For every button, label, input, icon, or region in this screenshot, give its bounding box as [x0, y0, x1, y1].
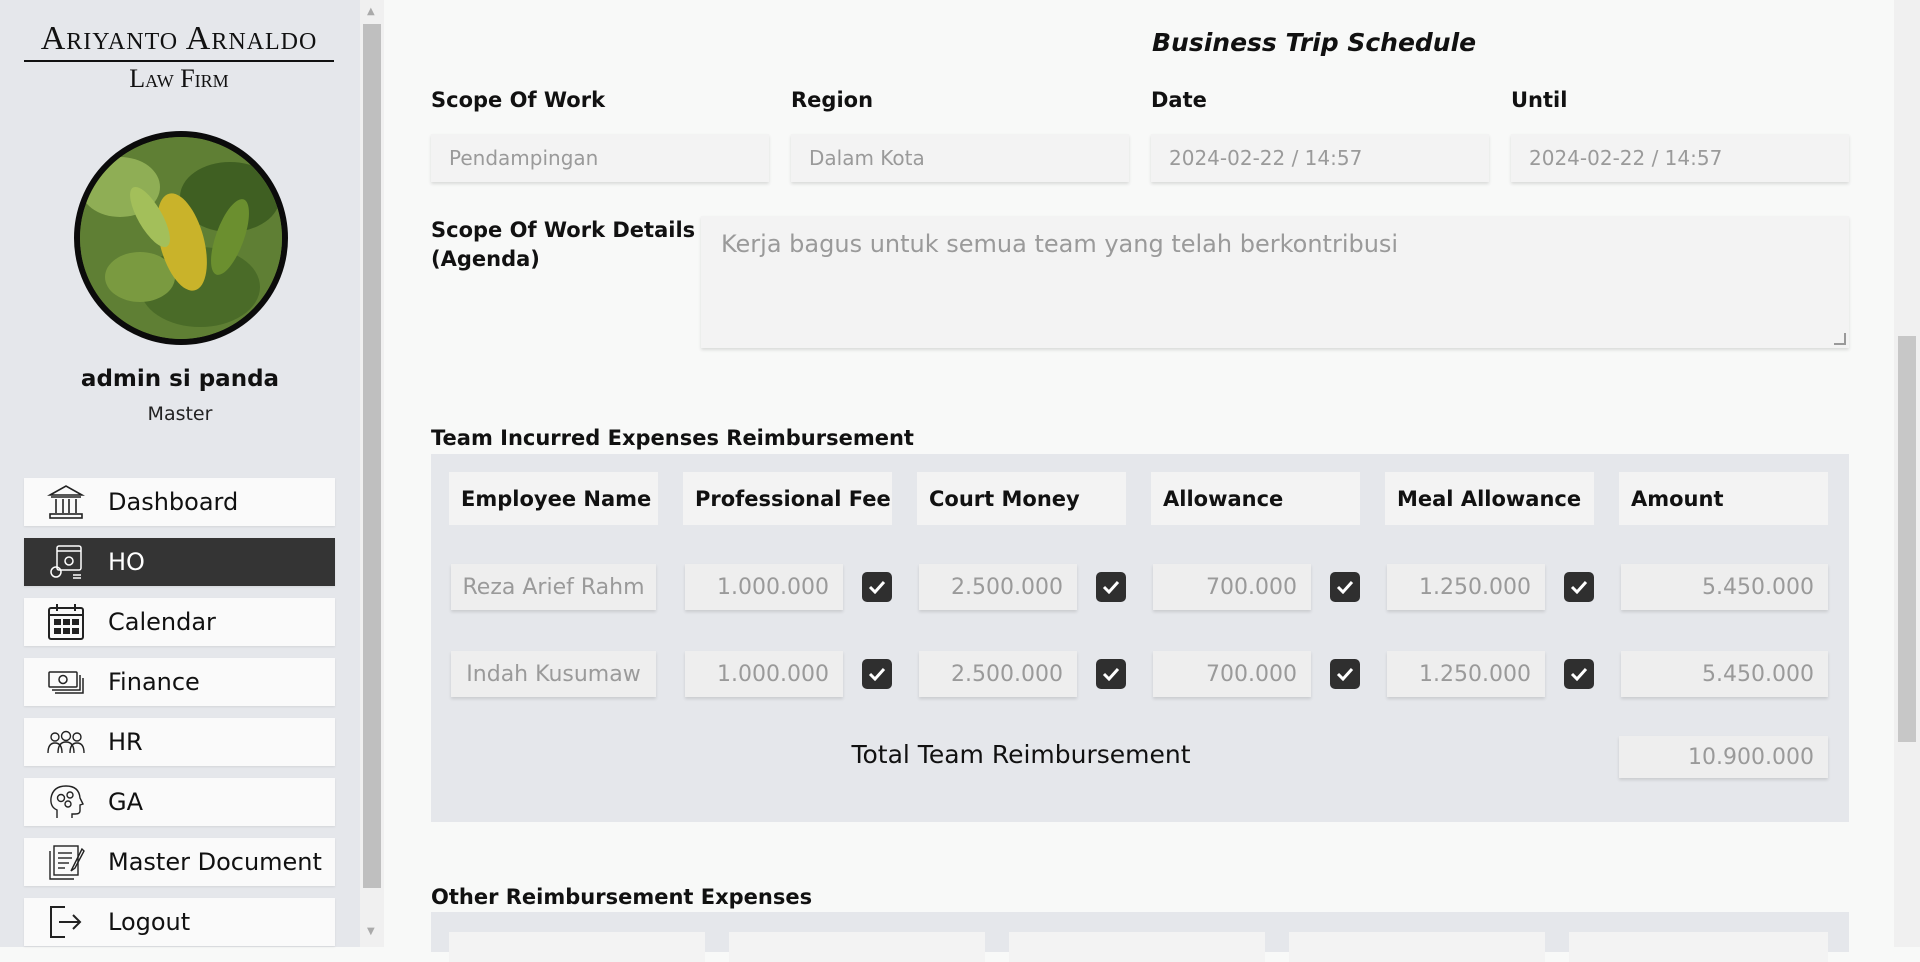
region-input[interactable]	[791, 134, 1129, 182]
nav-label-ga: GA	[108, 788, 144, 816]
logout-icon	[46, 902, 86, 942]
logo-line1: Ariyanto Arnaldo	[24, 20, 334, 62]
nav-item-finance[interactable]: Finance	[24, 658, 335, 706]
row2-meal-allowance[interactable]: 1.250.000	[1387, 651, 1545, 697]
other-header-5	[1569, 932, 1828, 962]
nav-item-ho[interactable]: HO	[24, 538, 335, 586]
date-input[interactable]	[1151, 134, 1489, 182]
row2-allowance-checkbox[interactable]	[1330, 659, 1360, 689]
region-label: Region	[791, 88, 874, 112]
nav-label-dashboard: Dashboard	[108, 488, 239, 516]
sidebar: Ariyanto Arnaldo Law Firm admin si panda…	[0, 0, 360, 947]
main-content: Business Trip Schedule Scope Of Work Reg…	[384, 0, 1894, 962]
details-label-line2: (Agenda)	[431, 247, 540, 271]
header-employee-name: Employee Name	[449, 472, 658, 525]
calendar-icon	[46, 602, 86, 642]
row1-meal-checkbox[interactable]	[1564, 572, 1594, 602]
resize-handle-icon[interactable]	[1834, 333, 1846, 345]
nav-item-logout[interactable]: Logout	[24, 898, 335, 946]
row2-employee-name[interactable]: Indah Kusumaw	[451, 651, 656, 697]
other-expenses-panel	[431, 912, 1849, 962]
check-icon	[868, 667, 886, 681]
sidebar-scroll-thumb[interactable]	[363, 24, 381, 888]
head-gears-icon	[46, 782, 86, 822]
row2-amount[interactable]: 5.450.000	[1621, 651, 1828, 697]
row2-court-money[interactable]: 2.500.000	[919, 651, 1077, 697]
sidebar-scrollbar[interactable]: ▲ ▼	[360, 0, 384, 947]
user-name: admin si panda	[80, 366, 280, 392]
nav-item-master-document[interactable]: Master Document	[24, 838, 335, 886]
check-icon	[1570, 580, 1588, 594]
user-role: Master	[147, 403, 213, 425]
firm-logo: Ariyanto Arnaldo Law Firm	[24, 20, 334, 94]
details-label-line1: Scope Of Work Details	[431, 218, 696, 242]
row2-meal-checkbox[interactable]	[1564, 659, 1594, 689]
check-icon	[1102, 667, 1120, 681]
check-icon	[1336, 580, 1354, 594]
row1-court-money[interactable]: 2.500.000	[919, 564, 1077, 610]
row2-court-checkbox[interactable]	[1096, 659, 1126, 689]
header-allowance: Allowance	[1151, 472, 1360, 525]
document-icon	[46, 842, 86, 882]
nav-label-calendar: Calendar	[108, 608, 216, 636]
nav-label-logout: Logout	[108, 908, 191, 936]
header-court-money: Court Money	[917, 472, 1126, 525]
row2-professional-fee[interactable]: 1.000.000	[685, 651, 843, 697]
other-header-4	[1289, 932, 1545, 962]
people-icon	[46, 722, 86, 762]
header-professional-fee: Professional Fee	[683, 472, 892, 525]
row1-court-checkbox[interactable]	[1096, 572, 1126, 602]
row1-professional-fee[interactable]: 1.000.000	[685, 564, 843, 610]
nav-item-hr[interactable]: HR	[24, 718, 335, 766]
bank-icon	[46, 482, 86, 522]
scope-of-work-label: Scope Of Work	[431, 88, 606, 112]
team-expenses-panel: Employee Name Professional Fee Court Mon…	[431, 454, 1849, 822]
other-header-3	[1009, 932, 1265, 962]
details-text: Kerja bagus untuk semua team yang telah …	[721, 230, 1399, 258]
other-section-title: Other Reimbursement Expenses	[431, 885, 813, 909]
row1-fee-checkbox[interactable]	[862, 572, 892, 602]
nav-label-hr: HR	[108, 728, 143, 756]
until-label: Until	[1511, 88, 1568, 112]
until-input[interactable]	[1511, 134, 1849, 182]
trip-section-title: Business Trip Schedule	[1152, 28, 1477, 57]
row1-employee-name[interactable]: Reza Arief Rahm	[451, 564, 656, 610]
row1-meal-allowance[interactable]: 1.250.000	[1387, 564, 1545, 610]
header-meal-allowance: Meal Allowance	[1385, 472, 1594, 525]
page-scrollbar[interactable]	[1894, 0, 1920, 947]
date-label: Date	[1151, 88, 1207, 112]
details-textarea[interactable]: Kerja bagus untuk semua team yang telah …	[701, 216, 1849, 348]
check-icon	[1102, 580, 1120, 594]
scope-of-work-input[interactable]	[431, 134, 769, 182]
office-settings-icon	[46, 542, 86, 582]
sidebar-nav: Dashboard HO Calendar Finance HR GA Mast…	[24, 478, 335, 958]
nav-label-master-document: Master Document	[108, 848, 322, 876]
nav-item-ga[interactable]: GA	[24, 778, 335, 826]
scroll-up-arrow-icon[interactable]: ▲	[367, 6, 375, 17]
check-icon	[1336, 667, 1354, 681]
page-scroll-thumb[interactable]	[1898, 336, 1916, 742]
row2-fee-checkbox[interactable]	[862, 659, 892, 689]
row1-allowance[interactable]: 700.000	[1153, 564, 1311, 610]
other-header-2	[729, 932, 985, 962]
row1-amount[interactable]: 5.450.000	[1621, 564, 1828, 610]
total-reimbursement-value[interactable]: 10.900.000	[1619, 736, 1828, 778]
scroll-down-arrow-icon[interactable]: ▼	[367, 926, 375, 937]
team-section-title: Team Incurred Expenses Reimbursement	[431, 426, 914, 450]
row1-allowance-checkbox[interactable]	[1330, 572, 1360, 602]
avatar	[74, 131, 288, 345]
check-icon	[868, 580, 886, 594]
check-icon	[1570, 667, 1588, 681]
nav-item-calendar[interactable]: Calendar	[24, 598, 335, 646]
nav-label-ho: HO	[108, 548, 145, 576]
row2-allowance[interactable]: 700.000	[1153, 651, 1311, 697]
logo-line2: Law Firm	[129, 64, 229, 93]
nav-label-finance: Finance	[108, 668, 200, 696]
details-label: Scope Of Work Details (Agenda)	[431, 216, 695, 274]
total-reimbursement-label: Total Team Reimbursement	[851, 740, 1191, 769]
other-header-1	[449, 932, 705, 962]
header-amount: Amount	[1619, 472, 1828, 525]
nav-item-dashboard[interactable]: Dashboard	[24, 478, 335, 526]
money-icon	[46, 662, 86, 702]
